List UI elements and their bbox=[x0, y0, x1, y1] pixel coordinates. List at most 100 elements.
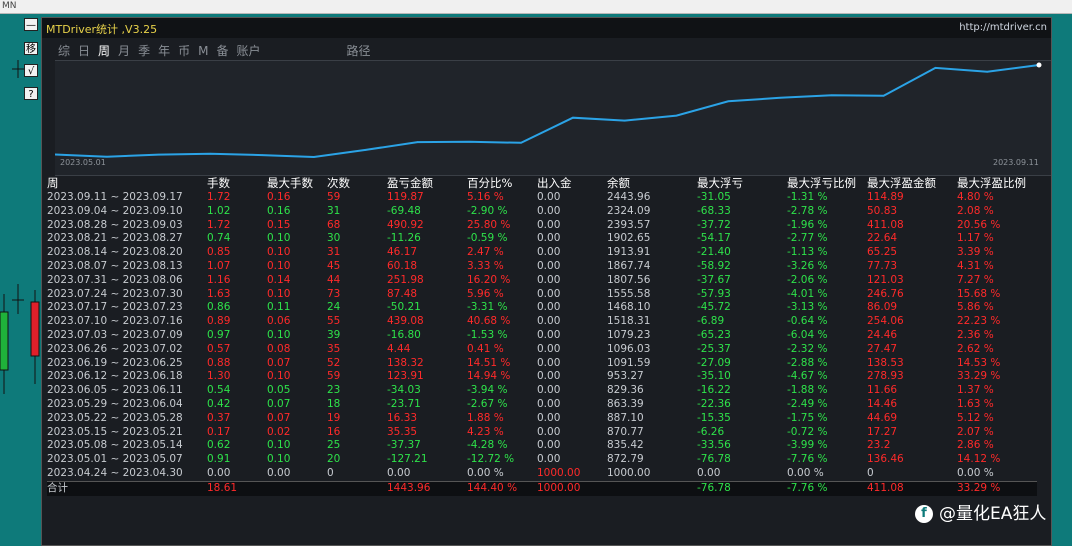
table-cell: -1.53 % bbox=[467, 328, 508, 341]
table-cell: 2023.07.31 ~ 2023.08.06 bbox=[47, 273, 183, 286]
table-cell: 0.00 bbox=[537, 273, 561, 286]
table-cell: 4.80 % bbox=[957, 191, 994, 203]
table-cell: 2.36 % bbox=[957, 328, 994, 341]
table-cell: 24 bbox=[327, 301, 341, 314]
table-cell: 0.00 bbox=[537, 384, 561, 397]
table-cell: -4.67 % bbox=[787, 370, 828, 383]
table-cell: 2.47 % bbox=[467, 246, 504, 259]
move-button[interactable]: 移 bbox=[24, 42, 38, 55]
table-cell: 59 bbox=[327, 191, 341, 203]
equity-point-17 bbox=[934, 67, 937, 69]
table-cell: -58.92 bbox=[697, 259, 731, 272]
table-cell: 0.00 bbox=[537, 287, 561, 300]
tab-3[interactable]: 月 bbox=[118, 42, 130, 59]
table-cell: 2.62 % bbox=[957, 342, 994, 355]
table-cell: 114.89 bbox=[867, 191, 904, 203]
table-cell: 1096.03 bbox=[607, 342, 651, 355]
check-button[interactable]: √ bbox=[24, 64, 38, 77]
tab-2[interactable]: 周 bbox=[98, 42, 110, 59]
total-cell: 33.29 % bbox=[957, 480, 1037, 496]
table-cell: 27.47 bbox=[867, 342, 898, 355]
table-row: 2023.07.10 ~ 2023.07.16 0.89 0.06 55 439.08 4… bbox=[47, 315, 1037, 329]
table-cell: -45.72 bbox=[697, 301, 731, 314]
tab-4[interactable]: 季 bbox=[138, 42, 150, 59]
table-cell: 0 bbox=[327, 466, 334, 479]
table-cell: 35 bbox=[327, 342, 341, 355]
weibo-logo-icon: f bbox=[915, 505, 933, 523]
table-cell: 1.30 bbox=[207, 370, 231, 383]
table-cell: -27.09 bbox=[697, 356, 731, 369]
table-cell: 0.00 bbox=[537, 328, 561, 341]
table-cell: 0.00 bbox=[537, 191, 561, 203]
table-cell: -2.32 % bbox=[787, 342, 828, 355]
table-cell: 887.10 bbox=[607, 411, 644, 424]
table-row: 2023.05.29 ~ 2023.06.04 0.42 0.07 18 -23.71 -… bbox=[47, 398, 1037, 412]
table-cell: 119.87 bbox=[387, 191, 424, 203]
table-cell: -33.56 bbox=[697, 439, 731, 452]
table-cell: -31.05 bbox=[697, 191, 731, 203]
table-cell: 2023.06.05 ~ 2023.06.11 bbox=[47, 384, 183, 397]
table-row: 2023.06.26 ~ 2023.07.02 0.57 0.08 35 4.44 0.4… bbox=[47, 343, 1037, 357]
table-cell: 46.17 bbox=[387, 246, 418, 259]
table-cell: 1079.23 bbox=[607, 328, 651, 341]
table-cell: 0.05 bbox=[267, 384, 291, 397]
table-row: 2023.06.19 ~ 2023.06.25 0.88 0.07 52 138.32 1… bbox=[47, 357, 1037, 371]
table-cell: 2023.06.19 ~ 2023.06.25 bbox=[47, 356, 183, 369]
minimize-button[interactable]: — bbox=[24, 18, 38, 31]
table-cell: 65.25 bbox=[867, 246, 898, 259]
table-row: 2023.08.21 ~ 2023.08.27 0.74 0.10 30 -11.26 -… bbox=[47, 232, 1037, 246]
table-cell: -12.72 % bbox=[467, 453, 515, 466]
table-cell: 0.00 bbox=[537, 246, 561, 259]
tab-0[interactable]: 综 bbox=[58, 42, 70, 59]
table-cell: 2.86 % bbox=[957, 439, 994, 452]
table-cell: 0.08 bbox=[267, 342, 291, 355]
move-label: 移 bbox=[26, 44, 36, 55]
table-cell: 0.10 bbox=[267, 328, 291, 341]
table-cell: 0.37 bbox=[207, 411, 231, 424]
table-cell: 0.00 % bbox=[467, 466, 504, 479]
column-header: 手数 bbox=[207, 176, 230, 190]
table-cell: 52 bbox=[327, 356, 341, 369]
table-cell: -1.96 % bbox=[787, 218, 828, 231]
equity-point-18 bbox=[986, 71, 989, 73]
column-header: 百分比% bbox=[467, 176, 513, 190]
table-cell: 40.68 % bbox=[467, 315, 511, 328]
tab-7[interactable]: M bbox=[198, 44, 208, 58]
table-cell: -3.31 % bbox=[467, 301, 508, 314]
table-cell: 5.86 % bbox=[957, 301, 994, 314]
tab-9[interactable]: 账户 bbox=[236, 42, 260, 59]
table-cell: 0.16 bbox=[267, 204, 291, 217]
table-cell: -16.22 bbox=[697, 384, 731, 397]
equity-plot-area bbox=[54, 60, 1051, 176]
help-button[interactable]: ? bbox=[24, 87, 38, 100]
panel-url-link[interactable]: http://mtdriver.cn bbox=[959, 22, 1047, 33]
tab-6[interactable]: 币 bbox=[178, 42, 190, 59]
tab-5[interactable]: 年 bbox=[158, 42, 170, 59]
weekly-stats-table: 周 手数 最大手数 次数 盈亏金额 百分比% 出入金 余额 最大浮亏 最大浮亏比例 最大浮盈金额 最大… bbox=[47, 175, 1037, 496]
table-cell: -21.40 bbox=[697, 246, 731, 259]
table-cell: 0.89 bbox=[207, 315, 231, 328]
table-cell: 0.00 % bbox=[957, 466, 994, 479]
table-cell: 7.27 % bbox=[957, 273, 994, 286]
table-cell: 0.07 bbox=[267, 356, 291, 369]
total-cell: -76.78 bbox=[697, 480, 787, 496]
table-row: 2023.05.08 ~ 2023.05.14 0.62 0.10 25 -37.37 -… bbox=[47, 439, 1037, 453]
table-cell: 490.92 bbox=[387, 218, 424, 231]
table-cell: -2.67 % bbox=[467, 397, 508, 410]
table-cell: -57.93 bbox=[697, 287, 731, 300]
table-cell: 136.46 bbox=[867, 453, 904, 466]
table-cell: 33.29 % bbox=[957, 370, 1001, 383]
table-cell: 0.02 bbox=[267, 425, 291, 438]
table-cell: 411.08 bbox=[867, 218, 904, 231]
table-cell: 278.93 bbox=[867, 370, 904, 383]
tab-1[interactable]: 日 bbox=[78, 42, 90, 59]
table-cell: -6.26 bbox=[697, 425, 725, 438]
table-cell: 0.00 bbox=[387, 466, 411, 479]
tab-10[interactable]: 路径 bbox=[347, 42, 371, 59]
table-row: 2023.08.14 ~ 2023.08.20 0.85 0.10 31 46.17 2.… bbox=[47, 246, 1037, 260]
tab-8[interactable]: 备 bbox=[216, 42, 228, 59]
table-cell: 1807.56 bbox=[607, 273, 651, 286]
table-cell: 1913.91 bbox=[607, 246, 651, 259]
equity-point-7 bbox=[416, 141, 419, 143]
table-cell: 17.27 bbox=[867, 425, 898, 438]
